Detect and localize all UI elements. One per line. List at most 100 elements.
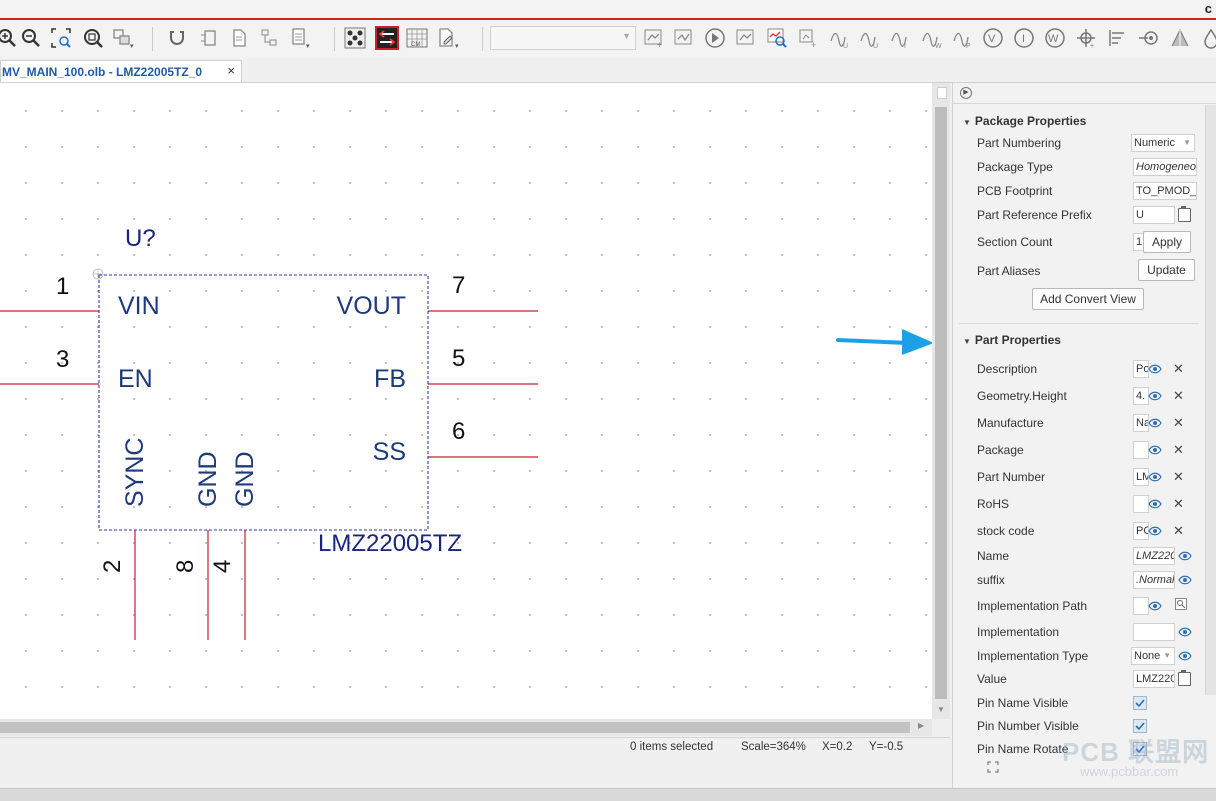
align-icon[interactable] xyxy=(1104,25,1130,51)
zoom-area-icon[interactable] xyxy=(48,25,74,51)
prop-value-field[interactable] xyxy=(1133,441,1149,459)
zoom-world-icon[interactable]: ▾ xyxy=(110,25,136,51)
zoom-fit-icon[interactable] xyxy=(80,25,106,51)
prop-value-field[interactable] xyxy=(1133,623,1175,641)
delete-icon[interactable]: ✕ xyxy=(1173,415,1184,431)
part-numbering-select[interactable]: Numeric ▼ xyxy=(1131,134,1195,152)
part-icon[interactable] xyxy=(196,25,222,51)
voltage-bias-icon[interactable]: V xyxy=(980,25,1006,51)
part-properties-header[interactable]: ▼ Part Properties xyxy=(963,333,1061,347)
voltage-marker-icon[interactable]: U xyxy=(826,25,852,51)
eye-icon[interactable] xyxy=(1148,444,1162,455)
pin-number: 1 xyxy=(56,273,70,300)
scroll-thumb[interactable] xyxy=(937,87,947,99)
prop-value-field[interactable] xyxy=(1133,495,1149,513)
play-icon[interactable] xyxy=(702,25,728,51)
package-properties-header[interactable]: ▼ Package Properties xyxy=(963,114,1086,128)
droplet-icon[interactable] xyxy=(1198,25,1216,51)
apply-button[interactable]: Apply xyxy=(1143,231,1191,253)
cross-probe-icon[interactable]: + xyxy=(1073,25,1099,51)
delete-icon[interactable]: ✕ xyxy=(1173,523,1184,539)
eye-icon[interactable] xyxy=(1148,525,1162,536)
add-symbol-icon[interactable]: + xyxy=(795,25,821,51)
prop-value-field[interactable]: LMZ220 xyxy=(1133,670,1175,688)
connectivity-icon[interactable] xyxy=(374,25,400,51)
clipboard-icon[interactable] xyxy=(1178,206,1191,222)
scroll-track[interactable] xyxy=(935,107,947,699)
package-type-field[interactable]: Homogeneous xyxy=(1133,158,1197,176)
eye-icon[interactable] xyxy=(1178,650,1192,661)
prop-value-field[interactable]: LM xyxy=(1133,468,1149,486)
eye-icon[interactable] xyxy=(1178,550,1192,561)
hierarchy-icon[interactable] xyxy=(256,25,282,51)
undo-icon[interactable] xyxy=(164,25,190,51)
prop-value-field[interactable]: 4. xyxy=(1133,387,1149,405)
scroll-track[interactable] xyxy=(0,722,910,733)
phase-marker-icon[interactable]: P xyxy=(949,25,975,51)
document-icon[interactable] xyxy=(226,25,252,51)
properties-doc-icon[interactable]: ▾ xyxy=(288,25,314,51)
scroll-right-icon[interactable]: ▶ xyxy=(918,721,924,730)
panel-collapse-icon[interactable]: ▶ xyxy=(960,87,972,99)
delete-icon[interactable]: ✕ xyxy=(1173,388,1184,404)
prop-value-field[interactable]: Po xyxy=(1133,360,1149,378)
eye-icon[interactable] xyxy=(1148,417,1162,428)
power-bias-icon[interactable]: W xyxy=(1042,25,1068,51)
status-y: Y=-0.5 xyxy=(869,741,904,753)
close-icon[interactable]: × xyxy=(227,63,235,78)
current-marker-icon[interactable]: I xyxy=(887,25,913,51)
edit-doc-icon[interactable]: ▾ xyxy=(436,25,462,51)
pin-name: FB xyxy=(374,365,406,393)
delete-icon[interactable]: ✕ xyxy=(1173,469,1184,485)
eye-icon[interactable] xyxy=(1178,626,1192,637)
place-part-icon[interactable]: + xyxy=(641,25,667,51)
eye-icon[interactable] xyxy=(1178,574,1192,585)
probe-icon[interactable] xyxy=(733,25,759,51)
horizontal-scrollbar[interactable]: ▶ xyxy=(0,719,932,736)
delete-icon[interactable]: ✕ xyxy=(1173,496,1184,512)
current-bias-icon[interactable]: I xyxy=(1011,25,1037,51)
clipboard-icon[interactable] xyxy=(1178,670,1191,686)
implementation-type-select[interactable]: None ▼ xyxy=(1131,647,1175,665)
voltage-diff-icon[interactable]: U xyxy=(856,25,882,51)
prop-value-field[interactable]: .Normal xyxy=(1133,571,1175,589)
prop-checkbox[interactable] xyxy=(1133,696,1147,710)
tab-lmz22005tz[interactable]: MV_MAIN_100.olb - LMZ22005TZ_0 × xyxy=(0,60,242,82)
status-bar: 0 items selected Scale=364% X=0.2 Y=-0.5 xyxy=(0,737,950,760)
search-part-icon[interactable] xyxy=(764,25,790,51)
prop-value-field[interactable]: LMZ2200 xyxy=(1133,547,1175,565)
scroll-down-icon[interactable]: ▼ xyxy=(937,705,945,714)
bandwidth-icon[interactable] xyxy=(1167,25,1193,51)
svg-text:I: I xyxy=(1022,33,1025,45)
eye-icon[interactable] xyxy=(1148,471,1162,482)
add-convert-view-button[interactable]: Add Convert View xyxy=(1032,288,1144,310)
part-reference-prefix-field[interactable]: U xyxy=(1133,206,1175,224)
prop-value-field[interactable]: PC xyxy=(1133,522,1149,540)
power-marker-icon[interactable]: W xyxy=(918,25,944,51)
zoom-in-icon[interactable] xyxy=(0,25,20,51)
update-button[interactable]: Update xyxy=(1138,259,1195,281)
delete-icon[interactable]: ✕ xyxy=(1173,442,1184,458)
browse-icon[interactable] xyxy=(1175,598,1187,610)
pcb-footprint-field[interactable]: TO_PMOD_7 xyxy=(1133,182,1197,200)
eye-icon[interactable] xyxy=(1148,363,1162,374)
title-strip: c xyxy=(0,0,1216,20)
expand-panel-icon[interactable] xyxy=(987,761,999,773)
toolbar-combo[interactable]: ▼ xyxy=(490,26,636,50)
delete-icon[interactable]: ✕ xyxy=(1173,361,1184,377)
eye-icon[interactable] xyxy=(1148,498,1162,509)
prop-value-field[interactable] xyxy=(1133,597,1149,615)
vertical-scrollbar[interactable]: ▼ xyxy=(932,83,950,719)
prop-checkbox[interactable] xyxy=(1133,719,1147,733)
grid-reference-icon[interactable]: CM xyxy=(404,25,430,51)
eye-icon[interactable] xyxy=(1148,600,1162,611)
zoom-out-icon[interactable] xyxy=(18,25,44,51)
grid-snap-icon[interactable] xyxy=(342,25,368,51)
eye-icon[interactable] xyxy=(1148,390,1162,401)
prop-label: stock code xyxy=(977,524,1035,538)
panel-scrollbar[interactable] xyxy=(1205,105,1216,695)
target-icon[interactable] xyxy=(1136,25,1162,51)
prop-value-field[interactable]: Na xyxy=(1133,414,1149,432)
place-wire-icon[interactable] xyxy=(671,25,697,51)
schematic-canvas[interactable]: U? LMZ22005TZ 1 3 VIN EN 7 5 6 VOUT FB S… xyxy=(0,83,932,719)
